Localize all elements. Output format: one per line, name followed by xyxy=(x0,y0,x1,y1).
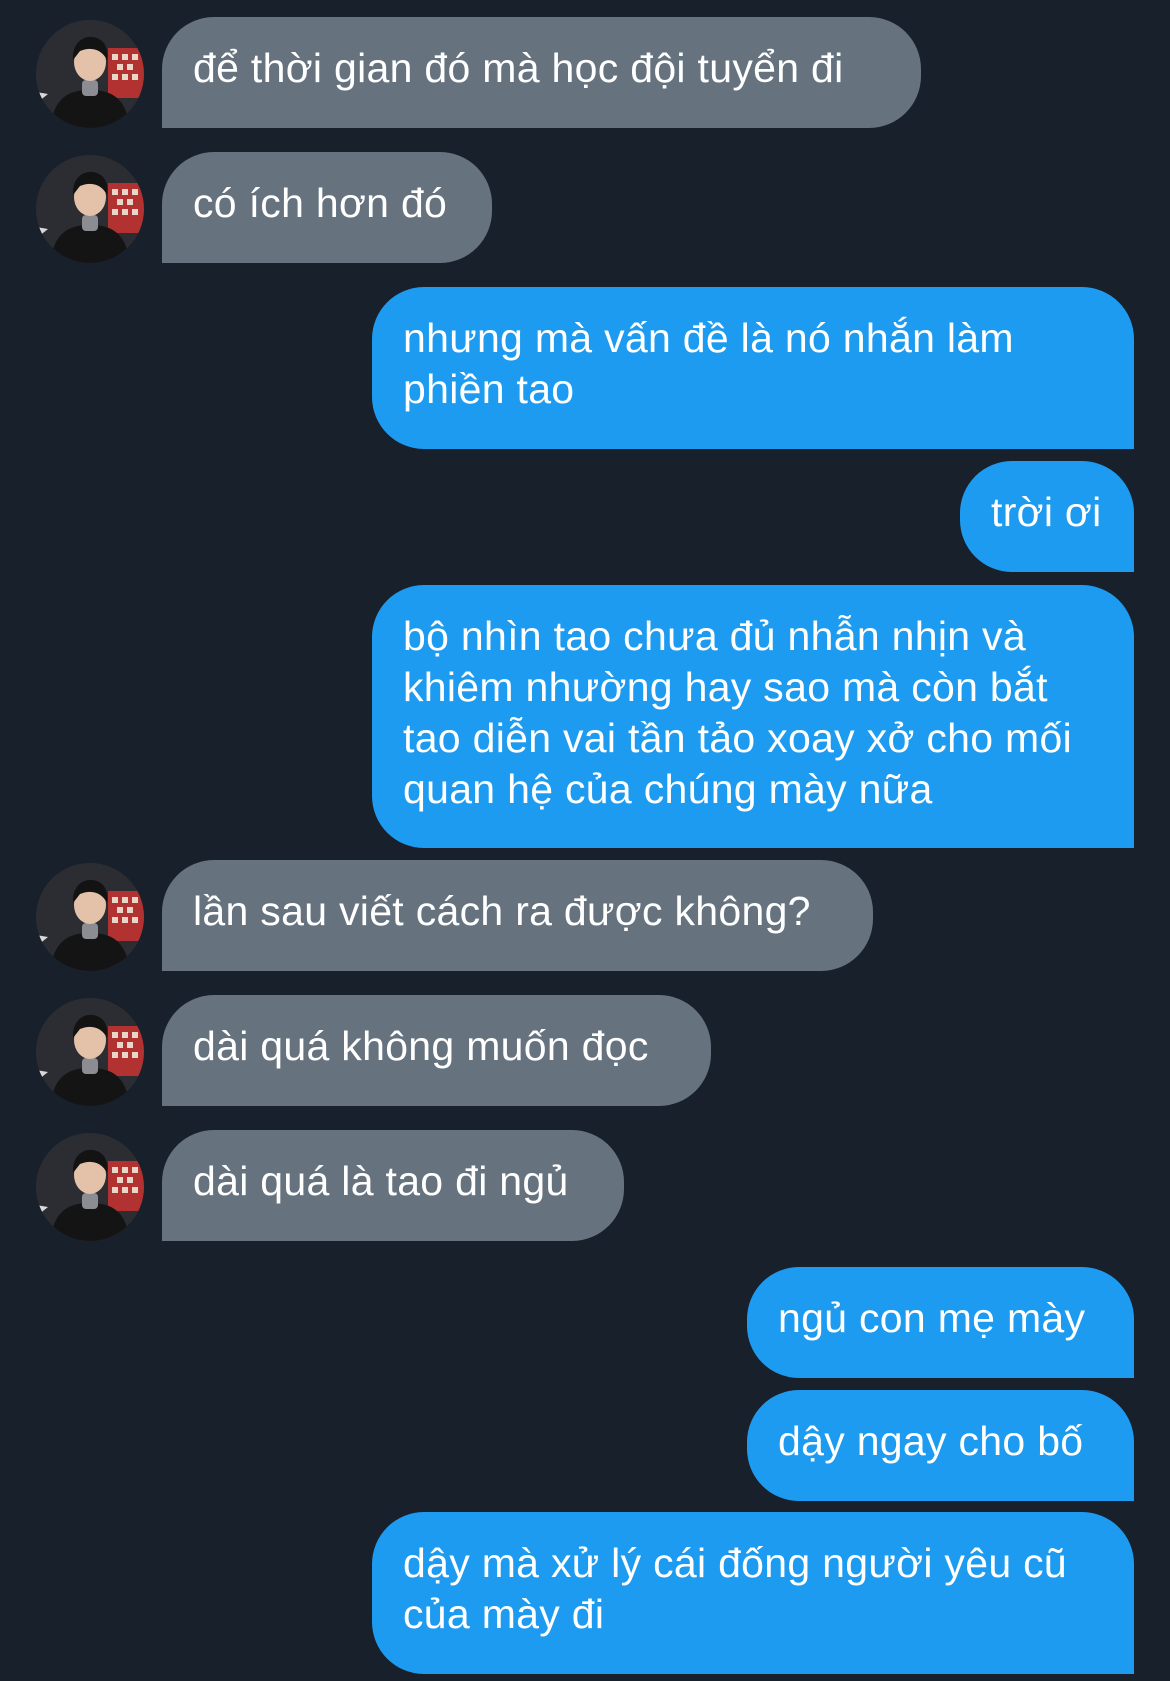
message-bubble-incoming[interactable]: có ích hơn đó xyxy=(162,152,492,263)
contact-avatar[interactable] xyxy=(36,863,144,971)
message-bubble-outgoing[interactable]: dậy mà xử lý cái đống người yêu cũ của m… xyxy=(372,1512,1134,1674)
contact-avatar[interactable] xyxy=(36,155,144,263)
message-bubble-outgoing[interactable]: dậy ngay cho bố xyxy=(747,1390,1134,1501)
message-bubble-incoming[interactable]: để thời gian đó mà học đội tuyển đi xyxy=(162,17,921,128)
contact-avatar[interactable] xyxy=(36,998,144,1106)
message-bubble-outgoing[interactable]: bộ nhìn tao chưa đủ nhẫn nhịn và khiêm n… xyxy=(372,585,1134,848)
message-bubble-incoming[interactable]: dài quá không muốn đọc xyxy=(162,995,711,1106)
avatar-photo-icon xyxy=(36,155,144,263)
message-bubble-incoming[interactable]: lần sau viết cách ra được không? xyxy=(162,860,873,971)
avatar-photo-icon xyxy=(36,20,144,128)
avatar-photo-icon xyxy=(36,998,144,1106)
message-bubble-incoming[interactable]: dài quá là tao đi ngủ xyxy=(162,1130,624,1241)
avatar-photo-icon xyxy=(36,863,144,971)
message-bubble-outgoing[interactable]: nhưng mà vấn đề là nó nhắn làm phiền tao xyxy=(372,287,1134,449)
avatar-photo-icon xyxy=(36,1133,144,1241)
contact-avatar[interactable] xyxy=(36,1133,144,1241)
contact-avatar[interactable] xyxy=(36,20,144,128)
message-bubble-outgoing[interactable]: ngủ con mẹ mày xyxy=(747,1267,1134,1378)
message-bubble-outgoing[interactable]: trời ơi xyxy=(960,461,1134,572)
